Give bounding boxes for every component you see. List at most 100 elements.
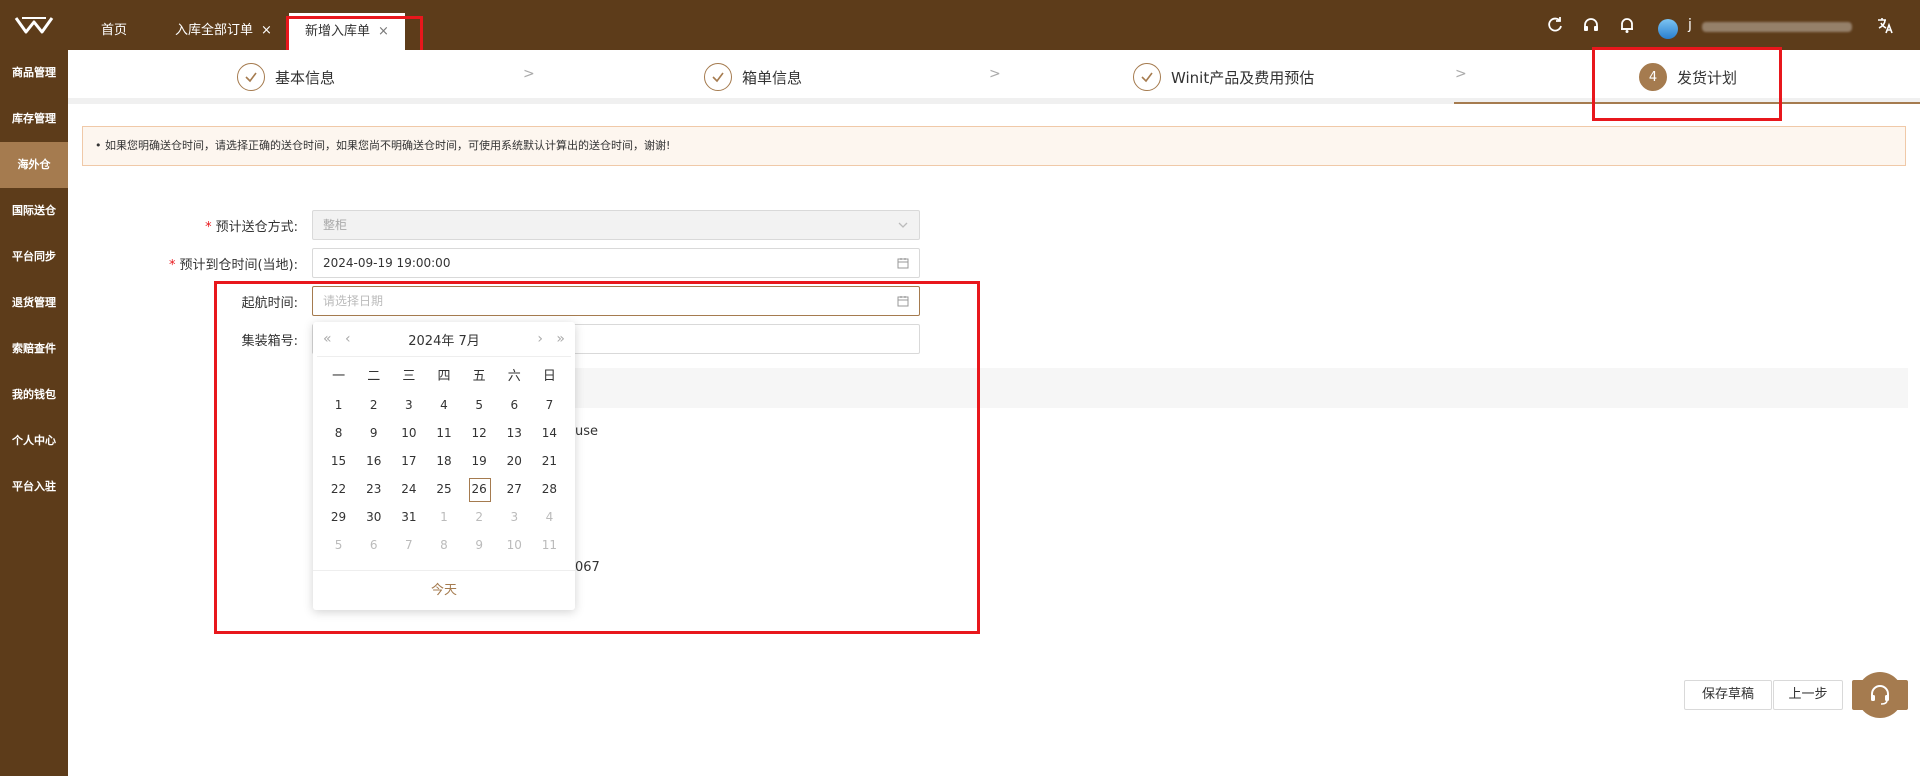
- sidebar-item-wallet[interactable]: 我的钱包: [0, 372, 68, 418]
- close-icon[interactable]: ×: [378, 24, 389, 39]
- calendar-day[interactable]: 15: [321, 447, 356, 475]
- avatar[interactable]: [1658, 19, 1678, 39]
- calendar-header: « ‹ 2024年 7月 › »: [313, 322, 575, 356]
- sidebar-item-platform-join[interactable]: 平台入驻: [0, 464, 68, 510]
- close-icon[interactable]: ×: [261, 23, 272, 38]
- calendar-day[interactable]: 1: [321, 391, 356, 419]
- calendar-day[interactable]: 14: [532, 419, 567, 447]
- partial-text: use: [575, 424, 599, 439]
- sidebar-item-profile[interactable]: 个人中心: [0, 418, 68, 464]
- main-content: 基本信息 > 箱单信息 > Winit产品及费用预估 > 4 发货计划 • 如果…: [68, 50, 1920, 776]
- bell-icon[interactable]: [1617, 15, 1637, 35]
- calendar-day[interactable]: 29: [321, 503, 356, 531]
- calendar-weekdays: 一二三四五六日: [313, 357, 575, 391]
- calendar-day[interactable]: 23: [356, 475, 391, 503]
- calendar-day[interactable]: 30: [356, 503, 391, 531]
- calendar-day[interactable]: 24: [391, 475, 426, 503]
- support-agent-icon: [1871, 685, 1889, 705]
- calendar-day[interactable]: 7: [532, 391, 567, 419]
- save-draft-button[interactable]: 保存草稿: [1684, 680, 1772, 710]
- sidebar-item-claims[interactable]: 索赔查件: [0, 326, 68, 372]
- calendar-day[interactable]: 6: [497, 391, 532, 419]
- username[interactable]: j: [1688, 17, 1692, 33]
- check-icon: [1133, 63, 1161, 91]
- next-year-icon[interactable]: »: [556, 322, 565, 356]
- calendar-day[interactable]: 6: [356, 531, 391, 559]
- refresh-icon[interactable]: [1545, 15, 1565, 35]
- tab-new-inbound[interactable]: 新增入库单 ×: [289, 13, 405, 50]
- calendar-day[interactable]: 27: [497, 475, 532, 503]
- step-label: 发货计划: [1677, 68, 1738, 87]
- chevron-right-icon: >: [989, 66, 1001, 82]
- calendar-day[interactable]: 8: [321, 419, 356, 447]
- chevron-down-icon: [898, 222, 908, 228]
- calendar-day[interactable]: 21: [532, 447, 567, 475]
- calendar-day[interactable]: 8: [426, 531, 461, 559]
- next-month-icon[interactable]: ›: [537, 322, 543, 356]
- translate-icon[interactable]: [1875, 15, 1895, 35]
- calendar-day[interactable]: 19: [462, 447, 497, 475]
- customer-service-button[interactable]: [1857, 672, 1903, 718]
- calendar-day[interactable]: 11: [532, 531, 567, 559]
- step-label: 箱单信息: [742, 68, 803, 87]
- calendar-day[interactable]: 2: [462, 503, 497, 531]
- calendar-day[interactable]: 12: [462, 419, 497, 447]
- step-winit-product[interactable]: Winit产品及费用预估: [1133, 62, 1314, 92]
- tab-inbound-orders[interactable]: 入库全部订单 ×: [175, 12, 272, 50]
- prev-year-icon[interactable]: «: [323, 322, 332, 356]
- calendar-day[interactable]: 3: [391, 391, 426, 419]
- calendar-icon: [897, 258, 909, 269]
- sidebar-item-intl-delivery[interactable]: 国际送仓: [0, 188, 68, 234]
- calendar-day[interactable]: 3: [497, 503, 532, 531]
- calendar-day[interactable]: 4: [426, 391, 461, 419]
- step-label: 基本信息: [275, 68, 336, 87]
- step-basic-info[interactable]: 基本信息: [237, 62, 335, 92]
- departure-time-label: 起航时间:: [241, 296, 298, 311]
- top-bar: 首页 入库全部订单 × 新增入库单 × j: [0, 0, 1920, 50]
- calendar-day[interactable]: 25: [426, 475, 461, 503]
- sidebar-item-platform-sync[interactable]: 平台同步: [0, 234, 68, 280]
- calendar-title[interactable]: 2024年 7月: [408, 330, 480, 349]
- headset-icon[interactable]: [1581, 15, 1601, 35]
- arrival-time-label: * 预计到仓时间(当地):: [168, 258, 298, 273]
- sidebar-item-overseas-warehouse[interactable]: 海外仓: [0, 142, 68, 188]
- weekday-label: 二: [367, 369, 381, 384]
- tab-label: 入库全部订单: [175, 23, 254, 38]
- prev-month-icon[interactable]: ‹: [345, 322, 351, 356]
- calendar-day[interactable]: 18: [426, 447, 461, 475]
- calendar-day[interactable]: 1: [426, 503, 461, 531]
- check-icon: [704, 63, 732, 91]
- calendar-day[interactable]: 10: [497, 531, 532, 559]
- step-shipping-plan[interactable]: 4 发货计划: [1639, 62, 1737, 92]
- sidebar-item-returns[interactable]: 退货管理: [0, 280, 68, 326]
- delivery-method-select[interactable]: 整柜: [312, 210, 920, 240]
- calendar-day[interactable]: 22: [321, 475, 356, 503]
- calendar-day[interactable]: 20: [497, 447, 532, 475]
- departure-time-input[interactable]: 请选择日期: [312, 286, 920, 316]
- calendar-day[interactable]: 11: [426, 419, 461, 447]
- calendar-day[interactable]: 10: [391, 419, 426, 447]
- sidebar-item-products[interactable]: 商品管理: [0, 50, 68, 96]
- calendar-day[interactable]: 5: [462, 391, 497, 419]
- calendar-day[interactable]: 13: [497, 419, 532, 447]
- notice-banner: • 如果您明确送仓时间，请选择正确的送仓时间，如果您尚不明确送仓时间，可使用系统…: [82, 126, 1906, 166]
- calendar-day[interactable]: 9: [356, 419, 391, 447]
- step-packing-list[interactable]: 箱单信息: [704, 62, 802, 92]
- steps-bar: 基本信息 > 箱单信息 > Winit产品及费用预估 > 4 发货计划: [68, 50, 1920, 104]
- calendar-day[interactable]: 31: [391, 503, 426, 531]
- tab-home[interactable]: 首页: [101, 12, 127, 50]
- calendar-day[interactable]: 9: [462, 531, 497, 559]
- arrival-time-input[interactable]: 2024-09-19 19:00:00: [312, 248, 920, 278]
- logo[interactable]: [0, 0, 68, 50]
- calendar-day[interactable]: 17: [391, 447, 426, 475]
- calendar-day[interactable]: 26: [462, 475, 497, 503]
- calendar-day[interactable]: 16: [356, 447, 391, 475]
- calendar-day[interactable]: 5: [321, 531, 356, 559]
- calendar-day[interactable]: 28: [532, 475, 567, 503]
- calendar-day[interactable]: 4: [532, 503, 567, 531]
- sidebar-item-inventory[interactable]: 库存管理: [0, 96, 68, 142]
- prev-step-button[interactable]: 上一步: [1773, 680, 1843, 710]
- today-button[interactable]: 今天: [313, 570, 575, 610]
- calendar-day[interactable]: 2: [356, 391, 391, 419]
- calendar-day[interactable]: 7: [391, 531, 426, 559]
